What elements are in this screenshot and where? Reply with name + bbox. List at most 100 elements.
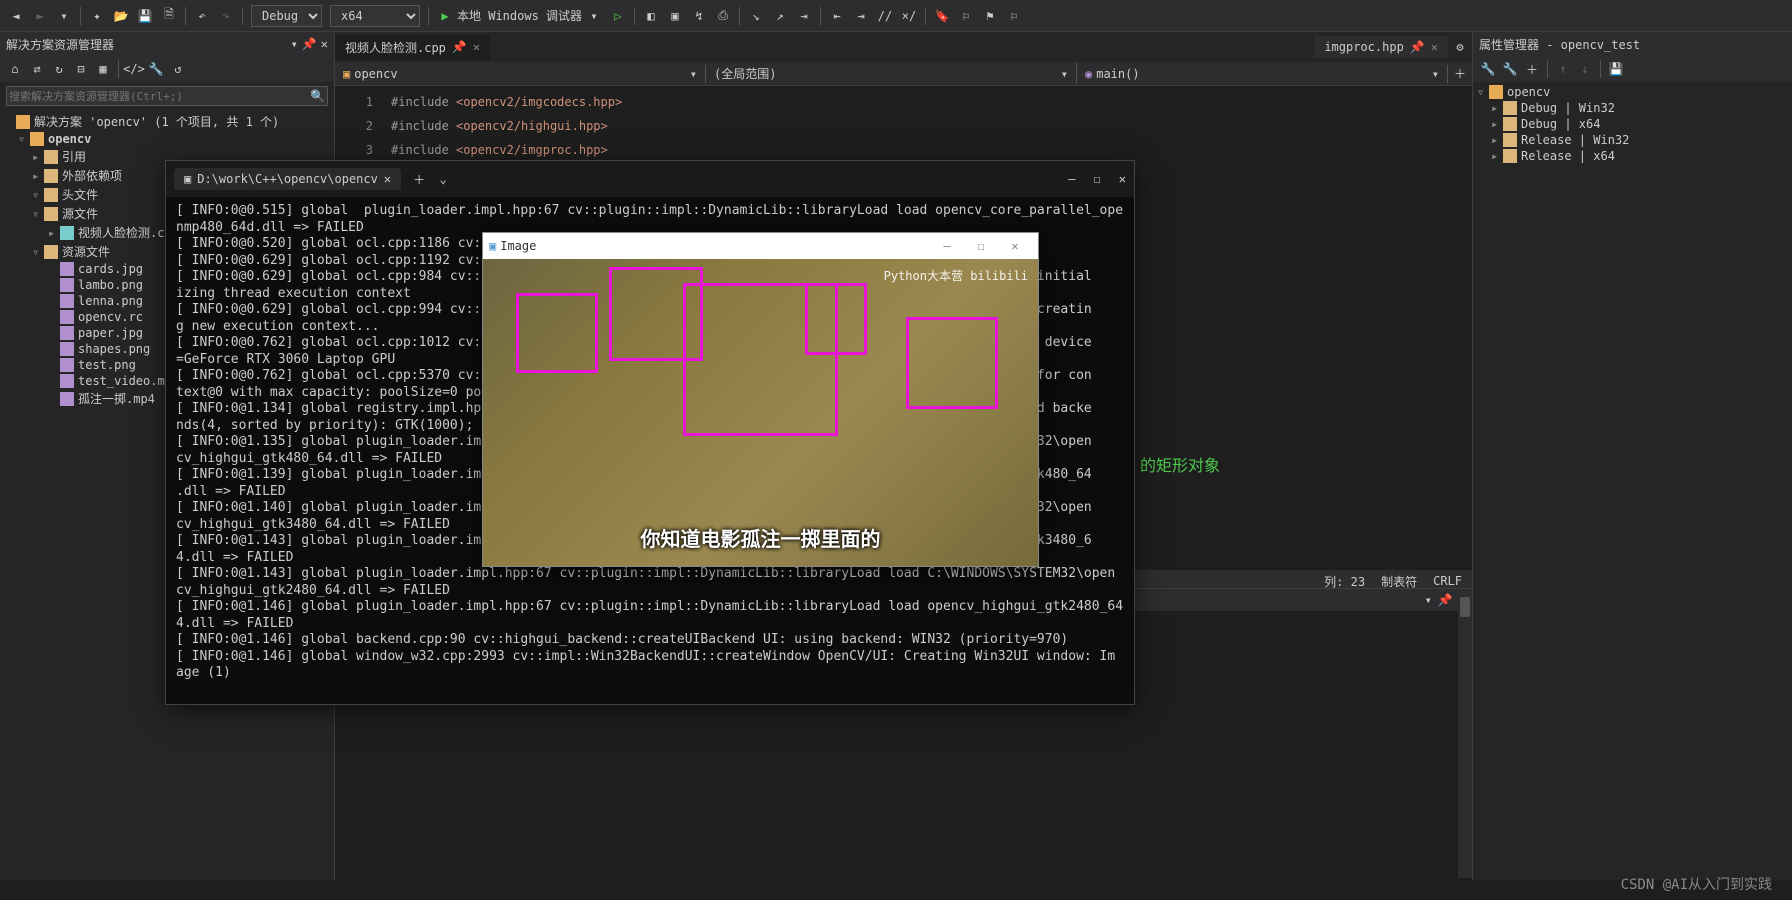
nav-forward-icon[interactable]: ► xyxy=(30,6,50,26)
project-node[interactable]: ▿opencv xyxy=(0,131,334,147)
search-input[interactable] xyxy=(9,89,310,103)
nav-back-icon[interactable]: ◄ xyxy=(6,6,26,26)
add-icon[interactable]: ＋ xyxy=(1450,64,1470,84)
pin-icon[interactable]: 📌 xyxy=(302,37,317,51)
solution-node[interactable]: 解决方案 'opencv' (1 个项目, 共 1 个) xyxy=(0,112,334,131)
scope-combo[interactable]: ▣opencv▾ xyxy=(335,65,706,83)
inline-hint: 的矩形对象 xyxy=(1140,452,1220,476)
debug-label[interactable]: 本地 Windows 调试器 xyxy=(457,7,582,24)
tree-label: Release | x64 xyxy=(1521,149,1615,163)
config-item[interactable]: ▸Debug | x64 xyxy=(1473,116,1792,132)
down-icon[interactable]: ↓ xyxy=(1576,60,1594,78)
dropdown-icon[interactable]: ▾ xyxy=(1425,593,1432,607)
code-icon[interactable]: </> xyxy=(125,60,143,78)
add-icon[interactable]: ＋ xyxy=(1523,60,1541,78)
tree-label: shapes.png xyxy=(78,342,150,356)
gear-icon[interactable]: ⚙ xyxy=(1450,37,1470,57)
status-tabs: 制表符 xyxy=(1381,573,1417,590)
tree-label: cards.jpg xyxy=(78,262,143,276)
panel-title: 属性管理器 - opencv_test xyxy=(1479,36,1640,53)
close-icon[interactable]: ✕ xyxy=(1119,172,1126,186)
tree-label: Release | Win32 xyxy=(1521,133,1629,147)
bookmark-icon[interactable]: ⚐ xyxy=(1004,6,1024,26)
range-combo[interactable]: (全局范围)▾ xyxy=(706,63,1077,84)
solution-search[interactable]: 🔍 xyxy=(6,86,328,106)
tool-icon[interactable]: ⎙ xyxy=(713,6,733,26)
tab-label: 视频人脸检测.cpp xyxy=(345,39,446,56)
close-icon[interactable]: ✕ xyxy=(384,172,391,186)
bookmark-icon[interactable]: ⚐ xyxy=(956,6,976,26)
minimize-icon[interactable]: — xyxy=(930,239,964,253)
chevron-down-icon[interactable]: ⌄ xyxy=(433,169,453,189)
close-icon[interactable]: ✕ xyxy=(998,239,1032,253)
properties-icon[interactable]: 🔧 xyxy=(147,60,165,78)
scrollbar[interactable] xyxy=(1458,589,1472,878)
bookmark-icon[interactable]: 🔖 xyxy=(932,6,952,26)
outdent-icon[interactable]: ⇥ xyxy=(851,6,871,26)
show-all-icon[interactable]: ▦ xyxy=(94,60,112,78)
tool-icon[interactable]: ↘ xyxy=(746,6,766,26)
chevron-down-icon[interactable]: ▾ xyxy=(584,6,604,26)
watermark: Python大本营 bilibili xyxy=(884,267,1028,284)
maximize-icon[interactable]: ☐ xyxy=(1094,172,1101,186)
dropdown-icon[interactable]: ▾ xyxy=(291,37,298,51)
open-icon[interactable]: 📂 xyxy=(111,6,131,26)
pin-icon[interactable]: 📌 xyxy=(1410,40,1425,54)
config-item[interactable]: ▸Release | Win32 xyxy=(1473,132,1792,148)
close-icon[interactable]: ✕ xyxy=(473,40,480,54)
close-icon[interactable]: ✕ xyxy=(321,37,328,51)
pin-icon[interactable]: 📌 xyxy=(452,40,467,54)
save-icon[interactable]: 💾 xyxy=(1607,60,1625,78)
config-item[interactable]: ▸Debug | Win32 xyxy=(1473,100,1792,116)
status-eol: CRLF xyxy=(1433,574,1462,588)
wrench-icon[interactable]: 🔧 xyxy=(1501,60,1519,78)
combo-label: opencv xyxy=(354,67,397,81)
tree-label: 资源文件 xyxy=(62,243,110,260)
search-icon[interactable]: 🔍 xyxy=(310,89,325,103)
wrench-icon[interactable]: 🔧 xyxy=(1479,60,1497,78)
tool-icon[interactable]: ⇥ xyxy=(794,6,814,26)
config-select[interactable]: Debug xyxy=(251,5,322,27)
start-without-debug-icon[interactable]: ▷ xyxy=(608,6,628,26)
tab-active[interactable]: 视频人脸检测.cpp 📌 ✕ xyxy=(335,35,490,60)
config-item[interactable]: ▸Release | x64 xyxy=(1473,148,1792,164)
face-detection-box xyxy=(805,283,867,355)
tree-label: 头文件 xyxy=(62,186,98,203)
redo-icon[interactable]: ↷ xyxy=(216,6,236,26)
new-tab-icon[interactable]: ＋ xyxy=(409,169,429,189)
switch-icon[interactable]: ⇄ xyxy=(28,60,46,78)
cmd-icon: ▣ xyxy=(184,172,191,186)
collapse-icon[interactable]: ⊟ xyxy=(72,60,90,78)
sync-icon[interactable]: ↻ xyxy=(50,60,68,78)
start-debug-icon[interactable]: ▶ xyxy=(435,6,455,26)
tree-label: lenna.png xyxy=(78,294,143,308)
refresh-icon[interactable]: ↺ xyxy=(169,60,187,78)
tab-right[interactable]: imgproc.hpp📌✕ xyxy=(1314,36,1448,58)
func-combo[interactable]: ◉main()▾ xyxy=(1077,65,1448,83)
up-icon[interactable]: ↑ xyxy=(1554,60,1572,78)
close-icon[interactable]: ✕ xyxy=(1431,40,1438,54)
tool-icon[interactable]: ↗ xyxy=(770,6,790,26)
maximize-icon[interactable]: ☐ xyxy=(964,239,998,253)
platform-select[interactable]: x64 xyxy=(330,5,420,27)
terminal-tab[interactable]: ▣ D:\work\C++\opencv\opencv ✕ xyxy=(174,168,401,190)
pin-icon[interactable]: 📌 xyxy=(1438,593,1453,607)
tool-icon[interactable]: ◧ xyxy=(641,6,661,26)
new-icon[interactable]: ✦ xyxy=(87,6,107,26)
minimize-icon[interactable]: — xyxy=(1068,172,1075,186)
chevron-down-icon[interactable]: ▾ xyxy=(54,6,74,26)
tree-label: 孤注一掷.mp4 xyxy=(78,390,155,407)
save-all-icon[interactable]: 🗎 xyxy=(159,6,179,26)
comment-icon[interactable]: // xyxy=(875,6,895,26)
uncomment-icon[interactable]: ×/ xyxy=(899,6,919,26)
tool-icon[interactable]: ▣ xyxy=(665,6,685,26)
prop-project[interactable]: ▿opencv xyxy=(1473,84,1792,100)
indent-icon[interactable]: ⇤ xyxy=(827,6,847,26)
home-icon[interactable]: ⌂ xyxy=(6,60,24,78)
terminal-titlebar[interactable]: ▣ D:\work\C++\opencv\opencv ✕ ＋ ⌄ — ☐ ✕ xyxy=(166,161,1134,197)
tool-icon[interactable]: ↯ xyxy=(689,6,709,26)
bookmark-icon[interactable]: ⚑ xyxy=(980,6,1000,26)
image-titlebar[interactable]: ▣ Image — ☐ ✕ xyxy=(483,233,1038,259)
undo-icon[interactable]: ↶ xyxy=(192,6,212,26)
save-icon[interactable]: 💾 xyxy=(135,6,155,26)
